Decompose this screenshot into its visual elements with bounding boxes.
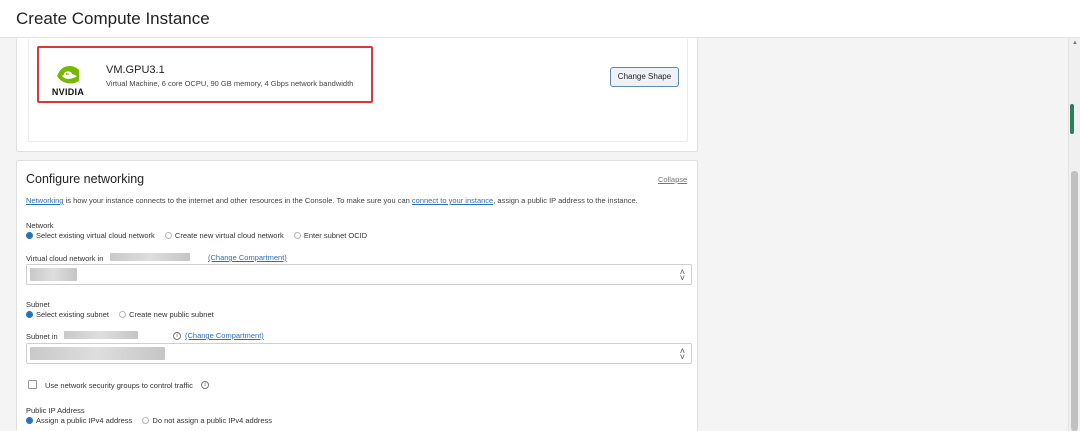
radio-unselected-icon[interactable] — [164, 232, 172, 239]
subnet-change-compartment-link[interactable]: (Change Compartment) — [185, 331, 264, 340]
info-icon[interactable]: i — [173, 332, 181, 340]
radio-selected-icon[interactable] — [26, 311, 33, 318]
scroll-position-marker — [1070, 104, 1074, 134]
select-chevron-icon: ˄ ˅ — [679, 267, 685, 283]
subnet-in-label: Subnet in — [26, 332, 58, 341]
network-label: Network — [26, 221, 54, 230]
radio-unselected-icon[interactable] — [119, 311, 127, 318]
public-ip-label: Public IP Address — [26, 406, 85, 415]
redacted-subnet-compartment — [64, 331, 138, 339]
select-chevron-icon: ˄ ˅ — [679, 346, 685, 362]
intro-text-1: is how your instance connects to the int… — [63, 196, 412, 205]
info-icon[interactable]: i — [201, 381, 209, 389]
vcn-select[interactable]: ˄ ˅ — [26, 264, 692, 285]
nsg-label: Use network security groups to control t… — [45, 381, 193, 390]
shape-description: Virtual Machine, 6 core OCPU, 90 GB memo… — [106, 79, 354, 88]
radio-no-public-ip[interactable]: Do not assign a public IPv4 address — [142, 416, 272, 425]
networking-title: Configure networking — [26, 172, 145, 186]
networking-intro: Networking is how your instance connects… — [26, 196, 638, 205]
vcn-label: Virtual cloud network in — [26, 254, 104, 263]
radio-enter-subnet-ocid[interactable]: Enter subnet OCID — [293, 231, 367, 240]
radio-create-new-vcn[interactable]: Create new virtual cloud network — [164, 231, 284, 240]
redacted-vcn-value — [30, 268, 77, 281]
subnet-radio-group: Select existing subnet Create new public… — [26, 310, 222, 320]
nvidia-wordmark: NVIDIA — [51, 87, 85, 97]
radio-unselected-icon[interactable] — [293, 232, 301, 239]
page-title: Create Compute Instance — [16, 9, 210, 28]
nsg-checkbox[interactable] — [28, 380, 37, 389]
connect-instance-link[interactable]: connect to your instance — [412, 196, 493, 205]
networking-link[interactable]: Networking — [26, 196, 64, 205]
radio-selected-icon[interactable] — [26, 232, 33, 239]
shape-name: VM.GPU3.1 — [106, 64, 165, 76]
change-shape-button[interactable]: Change Shape — [610, 67, 679, 87]
collapse-link[interactable]: Collapse — [658, 175, 687, 184]
public-ip-radio-group: Assign a public IPv4 address Do not assi… — [26, 416, 280, 426]
intro-text-2: , assign a public IP address to the inst… — [493, 196, 638, 205]
title-bar: Create Compute Instance — [0, 0, 1080, 38]
radio-create-public-subnet[interactable]: Create new public subnet — [119, 310, 214, 319]
scrollbar-thumb[interactable] — [1071, 171, 1078, 431]
radio-selected-icon[interactable] — [26, 417, 33, 424]
network-radio-group: Select existing virtual cloud network Cr… — [26, 231, 375, 241]
scroll-up-arrow-icon[interactable]: ▲ — [1072, 40, 1078, 46]
radio-select-existing-vcn[interactable]: Select existing virtual cloud network — [26, 231, 155, 240]
subnet-select[interactable]: ˄ ˅ — [26, 343, 692, 364]
radio-unselected-icon[interactable] — [142, 417, 150, 424]
radio-select-existing-subnet[interactable]: Select existing subnet — [26, 310, 109, 319]
redacted-compartment — [110, 253, 190, 261]
radio-assign-public-ip[interactable]: Assign a public IPv4 address — [26, 416, 132, 425]
redacted-subnet-value — [30, 347, 165, 360]
vertical-scrollbar[interactable]: ▲ — [1068, 38, 1080, 431]
vcn-change-compartment-link[interactable]: (Change Compartment) — [208, 253, 287, 262]
subnet-label: Subnet — [26, 300, 50, 309]
